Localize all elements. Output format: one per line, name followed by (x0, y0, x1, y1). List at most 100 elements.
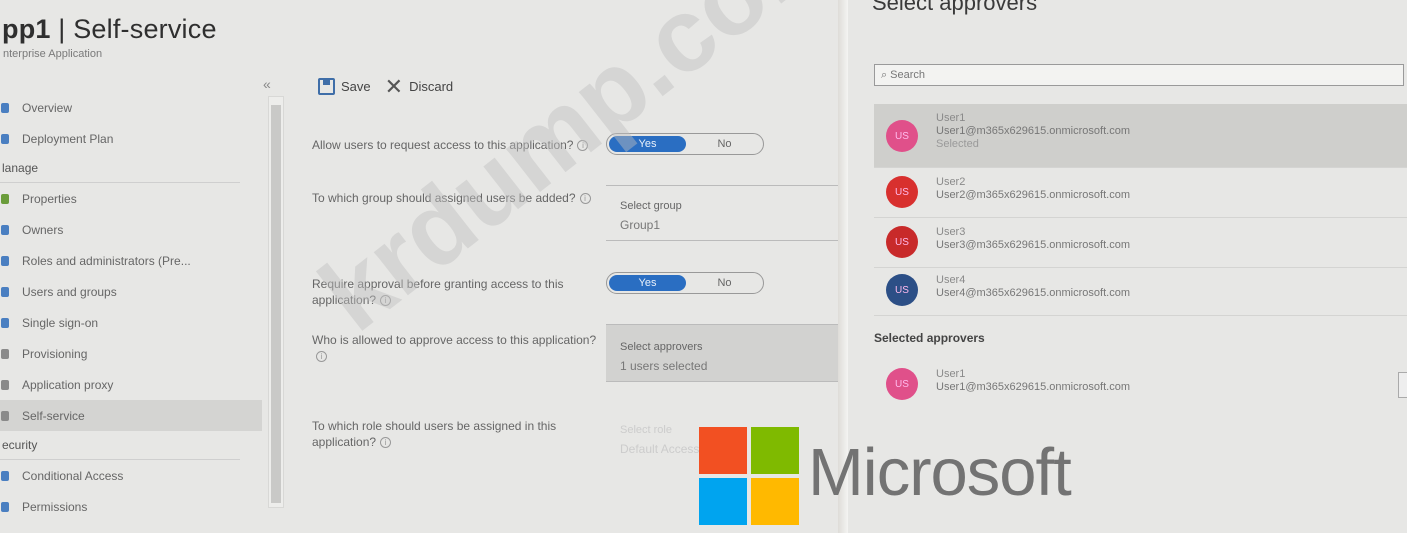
info-icon[interactable]: i (380, 295, 392, 307)
sidebar-item-label: Overview (22, 100, 73, 115)
nav-icon (1, 102, 9, 113)
sidebar-item-deployment-plan[interactable]: Deployment Plan (0, 123, 262, 154)
nav-icon (1, 410, 9, 421)
search-placeholder: Search (890, 69, 926, 81)
logo-square (699, 478, 747, 525)
user-email: User2@m365x629615.onmicrosoft.com (936, 189, 1130, 201)
sidebar-item-label: Conditional Access (22, 468, 124, 483)
allow-request-toggle[interactable]: Yes No (606, 133, 764, 155)
collapse-sidebar-button[interactable]: « (263, 76, 271, 92)
sidebar-item-conditional-access[interactable]: Conditional Access (0, 460, 262, 491)
info-icon[interactable]: i (380, 437, 392, 449)
sidebar-item-label: Roles and administrators (Pre... (22, 253, 191, 268)
allow-request-label: Allow users to request access to this ap… (312, 137, 597, 153)
sidebar-item-users-and-groups[interactable]: Users and groups (0, 276, 262, 307)
user-email: User4@m365x629615.onmicrosoft.com (936, 287, 1130, 299)
toggle-yes[interactable]: Yes (609, 136, 686, 152)
sidebar-item-label: Permissions (22, 499, 88, 514)
user-row[interactable]: US User4 User4@m365x629615.onmicrosoft.com (874, 266, 1407, 316)
user-name: User1 (936, 112, 966, 124)
user-status: Selected (936, 138, 979, 150)
discard-label: Discard (409, 79, 454, 94)
user-name: User1 (936, 368, 966, 380)
sidebar-item-label: Application proxy (22, 377, 114, 392)
selected-approvers-heading: Selected approvers (874, 331, 985, 345)
info-icon[interactable]: i (316, 351, 327, 363)
toolbar: Save ✕ Discard (318, 73, 454, 99)
nav-icon (1, 379, 9, 390)
avatar: US (886, 226, 918, 258)
screen: pp1 | Self-service nterprise Application… (0, 0, 1407, 533)
sidebar-item-self-service[interactable]: Self-service (0, 400, 262, 431)
discard-button[interactable]: ✕ Discard (384, 73, 454, 99)
sidebar-item-label: Deployment Plan (22, 131, 114, 146)
nav-icon (1, 348, 9, 359)
toggle-no[interactable]: No (686, 134, 763, 154)
logo-square (751, 427, 799, 474)
toggle-yes[interactable]: Yes (609, 275, 686, 291)
field-value: Group1 (620, 218, 661, 232)
page-title: pp1 | Self-service (2, 14, 217, 44)
sidebar-item-single-sign-on[interactable]: Single sign-on (0, 307, 262, 338)
sidebar-item-roles-and-administrators-pre[interactable]: Roles and administrators (Pre... (0, 245, 262, 276)
sidebar-item-overview[interactable]: Overview (0, 92, 262, 123)
nav-icon (1, 470, 9, 481)
user-row[interactable]: US User2 User2@m365x629615.onmicrosoft.com (874, 168, 1407, 218)
avatar: US (886, 368, 918, 400)
nav-icon (1, 286, 9, 297)
sidebar-item-label: Owners (22, 222, 64, 237)
nav-icon (1, 133, 9, 144)
remove-button[interactable] (1398, 372, 1407, 398)
save-icon (318, 78, 335, 95)
field-label: Select group (620, 200, 682, 212)
search-icon: ⌕ (881, 68, 888, 81)
nav-icon (1, 317, 9, 328)
user-email: User1@m365x629615.onmicrosoft.com (936, 381, 1130, 393)
user-row[interactable]: US User1 User1@m365x629615.onmicrosoft.com… (874, 104, 1407, 168)
microsoft-wordmark: Microsoft (808, 435, 1072, 510)
avatar: US (886, 274, 918, 306)
user-email: User3@m365x629615.onmicrosoft.com (936, 239, 1130, 251)
avatar: US (886, 120, 918, 152)
sidebar-item-owners[interactable]: Owners (0, 214, 262, 245)
field-value: 1 users selected (620, 359, 708, 373)
search-input[interactable]: ⌕ Search (874, 64, 1404, 86)
user-email: User1@m365x629615.onmicrosoft.com (936, 125, 1130, 137)
sidebar-item-permissions[interactable]: Permissions (0, 491, 262, 522)
sidebar-item-label: Self-service (22, 408, 85, 423)
group-select-field[interactable]: Select group Group1 (606, 185, 842, 241)
user-row[interactable]: US User1 User1@m365x629615.onmicrosoft.com (874, 360, 1407, 410)
sidebar-item-properties[interactable]: Properties (0, 183, 262, 214)
nav-icon (1, 255, 9, 266)
assign-group-label: To which group should assigned users be … (312, 190, 597, 206)
assign-role-label: To which role should users be assigned i… (312, 419, 557, 449)
approvers-select-field[interactable]: Select approvers 1 users selected (606, 324, 842, 382)
scrollbar-thumb[interactable] (271, 105, 281, 503)
nav-icon (1, 501, 9, 512)
sidebar-item-provisioning[interactable]: Provisioning (0, 338, 262, 369)
sidebar-scrollbar[interactable] (268, 96, 284, 508)
sidebar-item-label: Properties (22, 191, 77, 206)
save-label: Save (341, 79, 371, 94)
info-icon[interactable]: i (579, 193, 591, 205)
require-approval-toggle[interactable]: Yes No (606, 272, 764, 294)
user-name: User4 (936, 274, 966, 286)
sidebar-item-application-proxy[interactable]: Application proxy (0, 369, 262, 400)
panel-title: Select approvers (872, 0, 1038, 15)
sidebar-item-label: Single sign-on (22, 315, 99, 330)
approvers-label: Who is allowed to approve access to this… (312, 333, 597, 363)
microsoft-logo (699, 427, 801, 527)
avatar: US (886, 176, 918, 208)
user-row[interactable]: US User3 User3@m365x629615.onmicrosoft.com (874, 218, 1407, 268)
close-icon: ✕ (384, 73, 404, 99)
toggle-no[interactable]: No (686, 273, 763, 293)
nav-section-header: ecurity (0, 431, 240, 460)
sidebar-item-label: Users and groups (22, 284, 117, 299)
nav-icon (1, 224, 9, 235)
info-icon[interactable]: i (577, 140, 589, 152)
nav-section-header: lanage (0, 154, 240, 183)
logo-square (751, 478, 799, 525)
save-button[interactable]: Save (318, 78, 371, 95)
page-subtitle: nterprise Application (3, 48, 103, 60)
require-approval-label: Require approval before granting access … (312, 277, 564, 307)
